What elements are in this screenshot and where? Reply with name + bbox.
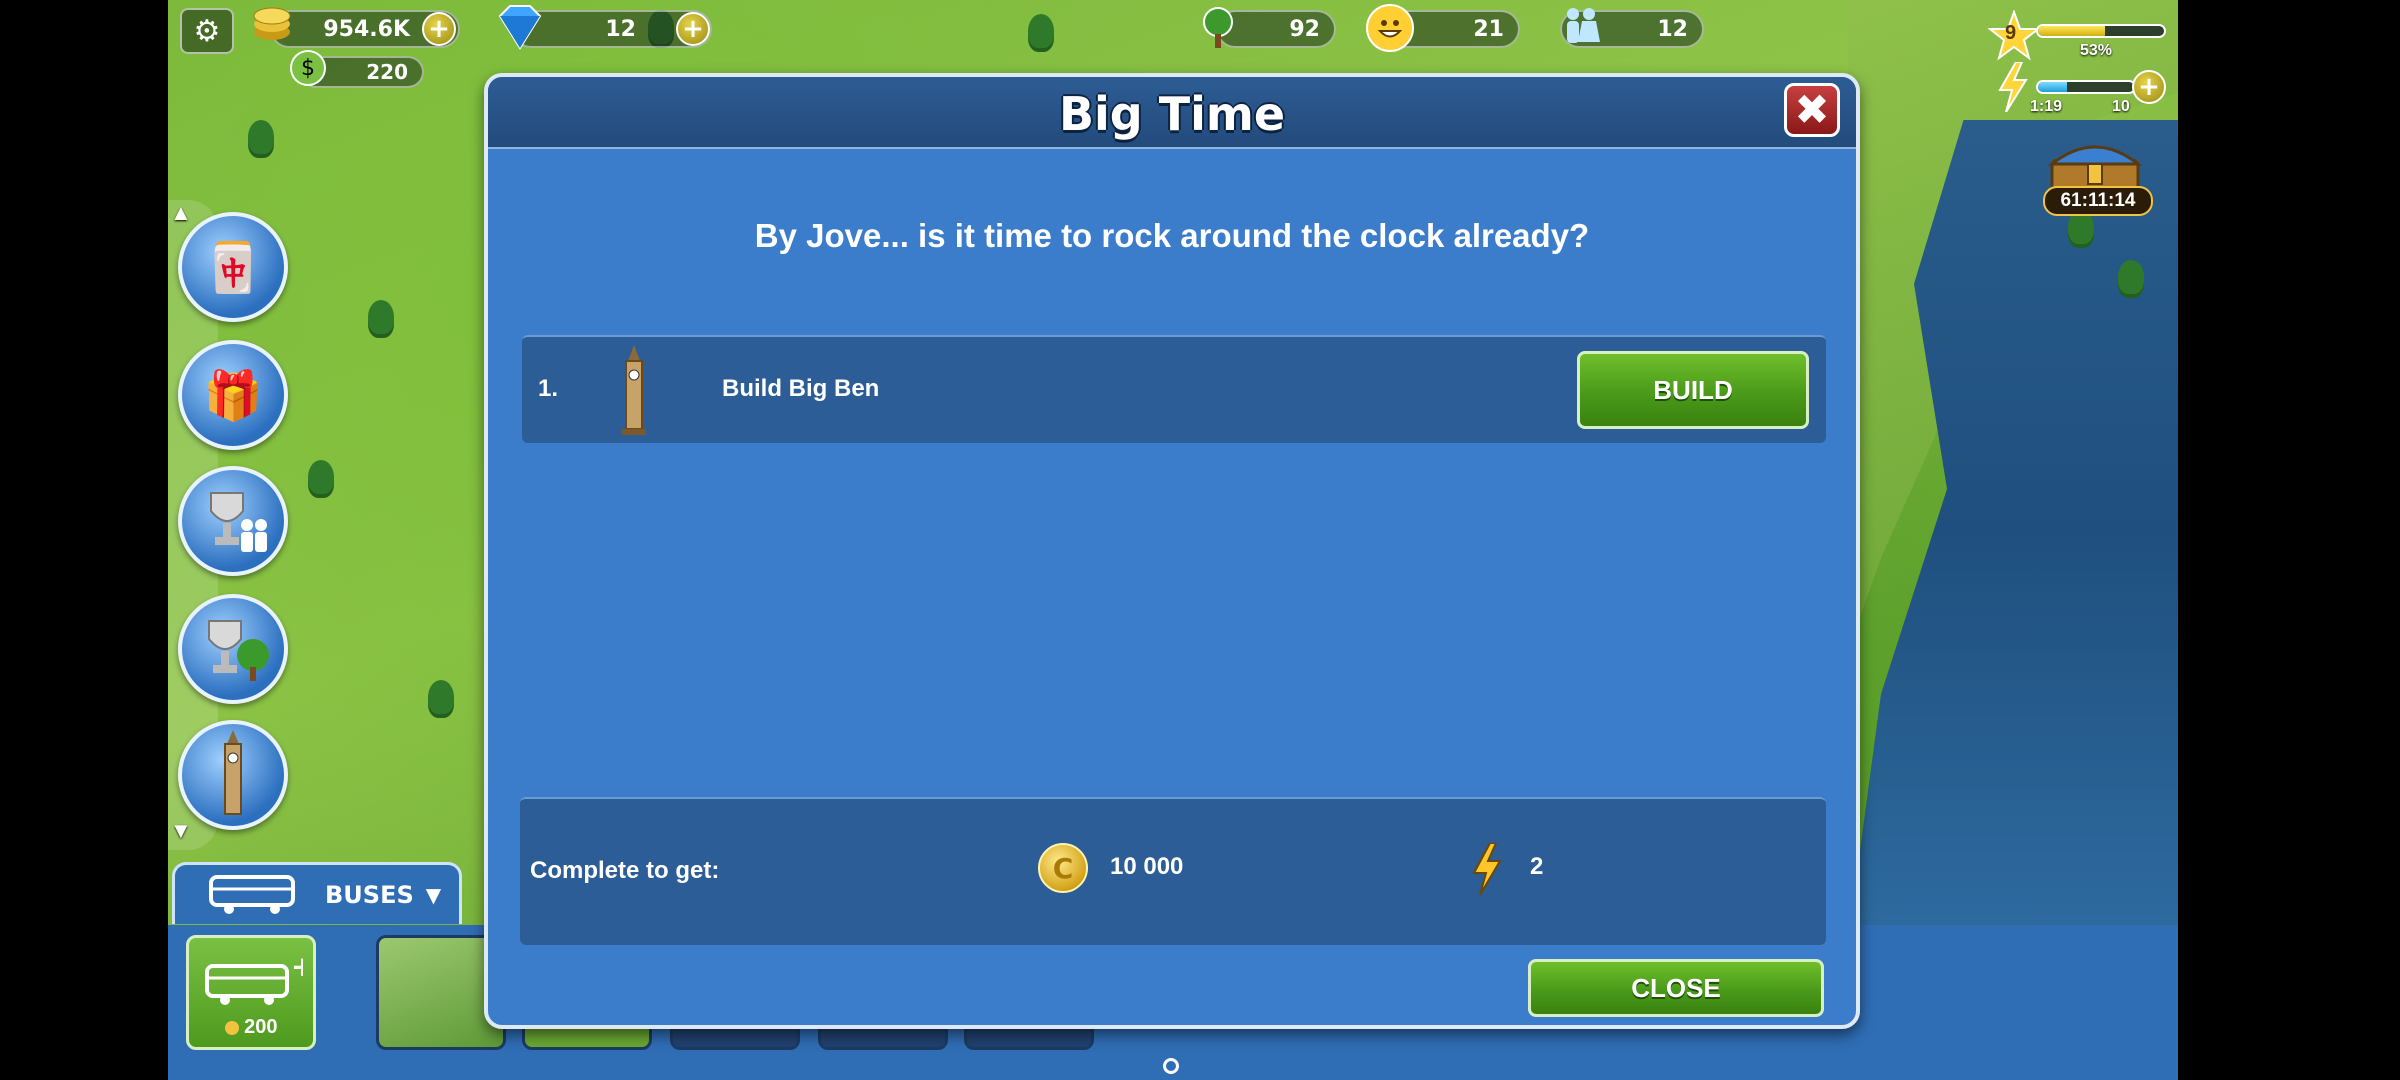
gifts-button[interactable]: 🎁 — [178, 340, 288, 450]
gift-icon: 🎁 — [203, 367, 263, 424]
dialog-titlebar: Big Time ✖ — [488, 77, 1856, 149]
mahjong-tile-icon: 🀄 — [203, 239, 263, 296]
chevron-down-icon: ▼ — [425, 882, 442, 907]
reward-panel: Complete to get: C 10 000 2 — [520, 797, 1826, 945]
coin-icon — [224, 1020, 239, 1035]
scroll-down-icon[interactable]: ▼ — [170, 818, 192, 844]
trophy-people-icon — [210, 492, 267, 552]
map-tree — [1028, 14, 1054, 48]
cash-icon: $ — [290, 50, 326, 86]
lightning-icon — [1998, 62, 2028, 112]
buy-bus-button[interactable]: + 200 — [186, 935, 316, 1050]
map-tree — [248, 120, 274, 154]
task-row: 1. Build Big Ben BUILD — [522, 335, 1826, 443]
map-tree — [308, 460, 334, 494]
cash-value: 220 — [366, 60, 408, 84]
map-tree — [428, 680, 454, 714]
energy-bar — [2036, 80, 2136, 94]
bus-category-tab[interactable]: BUSES ▼ — [172, 862, 462, 924]
xp-bar-fill — [2038, 26, 2105, 36]
trees-goal-button[interactable] — [178, 594, 288, 704]
close-button-label: CLOSE — [1631, 972, 1721, 1003]
coin-icon: C — [1038, 843, 1088, 893]
trees-value: 92 — [1289, 16, 1320, 42]
task-number: 1. — [538, 375, 559, 402]
scroll-up-icon[interactable]: ▲ — [170, 200, 192, 226]
mahjong-event-button[interactable]: 🀄 — [178, 212, 288, 322]
xp-bar — [2036, 24, 2166, 38]
close-icon-glyph: ✖ — [1794, 85, 1830, 134]
build-button[interactable]: BUILD — [1577, 351, 1809, 429]
happiness-value: 21 — [1473, 16, 1504, 42]
population-value: 12 — [1657, 16, 1688, 42]
build-button-label: BUILD — [1653, 374, 1733, 405]
bus-icon — [209, 874, 295, 914]
lightning-icon — [1472, 843, 1502, 895]
dialog-subtitle: By Jove... is it time to rock around the… — [754, 217, 1590, 254]
xp-percent: 53% — [2080, 42, 2113, 59]
reward-label: Complete to get: — [530, 857, 720, 884]
gear-icon: ⚙ — [193, 13, 221, 49]
energy-max: 10 — [2112, 98, 2130, 115]
population-goal-button[interactable] — [178, 466, 288, 576]
close-button[interactable]: CLOSE — [1528, 959, 1824, 1017]
big-ben-quest-button[interactable] — [178, 720, 288, 830]
add-gems-button[interactable]: + — [676, 12, 710, 46]
dialog-title: Big Time — [1058, 87, 1286, 141]
gems-value: 12 — [605, 16, 636, 42]
task-label: Build Big Ben — [722, 375, 880, 402]
trophy-tree-icon — [208, 620, 269, 681]
svg-text:+: + — [291, 958, 303, 983]
settings-button[interactable]: ⚙ — [180, 8, 234, 54]
bus-add-icon: + — [205, 958, 303, 1005]
level-value: 9 — [2005, 22, 2017, 44]
bus-price: 200 — [244, 1016, 278, 1038]
energy-timer: 1:19 — [2030, 98, 2063, 115]
big-ben-icon — [622, 345, 646, 435]
reward-coins: 10 000 — [1110, 853, 1184, 880]
big-ben-icon — [224, 730, 242, 815]
quest-dialog: Big Time ✖ By Jove... is it time to rock… — [484, 73, 1860, 1029]
people-icon — [1556, 4, 1606, 54]
smile-icon — [1366, 4, 1414, 52]
add-energy-button[interactable]: + — [2132, 70, 2166, 104]
bus-category-label: BUSES — [325, 880, 414, 909]
energy-bar-fill — [2038, 82, 2067, 92]
close-icon[interactable]: ✖ — [1784, 83, 1840, 137]
map-tree — [2118, 260, 2144, 294]
reward-energy: 2 — [1530, 853, 1544, 880]
add-coins-button[interactable]: + — [422, 12, 456, 46]
tree-icon — [1196, 6, 1240, 50]
coin-icon — [250, 2, 294, 46]
page-indicator — [1163, 1058, 1179, 1074]
map-tree — [368, 300, 394, 334]
gem-icon — [490, 2, 550, 52]
coins-value: 954.6K — [323, 16, 410, 42]
chest-timer: 61:11:14 — [2043, 186, 2153, 216]
